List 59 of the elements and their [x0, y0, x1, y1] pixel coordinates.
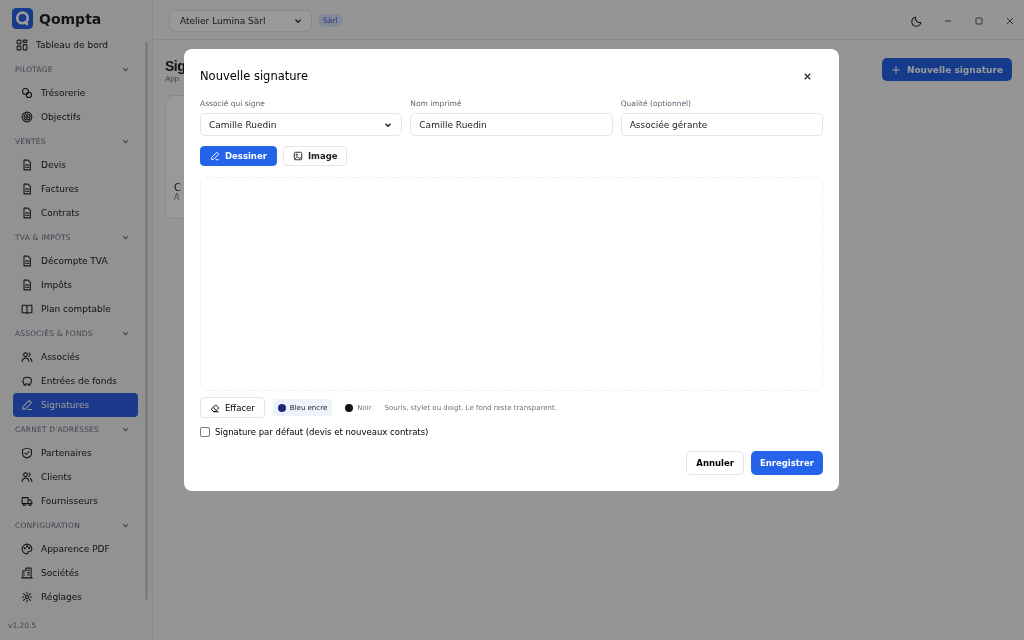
sidebar-item[interactable]: Tableau de bord — [13, 33, 138, 57]
select-field[interactable]: Camille Ruedin — [200, 113, 403, 136]
page-subtitle: App — [165, 74, 181, 83]
sidebar-item[interactable]: Plan comptable — [13, 297, 138, 321]
target-icon — [21, 111, 33, 123]
pencil-icon — [21, 399, 33, 411]
logo-icon — [12, 8, 33, 29]
mode-tab[interactable]: Dessiner — [200, 146, 277, 166]
sidebar-item[interactable]: Associés — [13, 345, 138, 369]
palette-icon — [21, 543, 33, 555]
new-signature-button[interactable]: Nouvelle signature — [881, 58, 1012, 81]
sidebar-item[interactable]: Contrats — [13, 201, 138, 225]
document-icon — [21, 159, 33, 171]
sidebar-item[interactable]: Réglages — [13, 585, 138, 609]
coins-icon — [21, 87, 33, 99]
people-icon — [21, 351, 33, 363]
sidebar-item[interactable]: Clients — [13, 465, 138, 489]
plus-icon — [890, 64, 901, 75]
sidebar-item[interactable]: Entrées de fonds — [13, 369, 138, 393]
eraser-icon — [210, 402, 220, 413]
pencil-icon — [210, 151, 220, 161]
sidebar-item[interactable]: Factures — [13, 177, 138, 201]
truck-icon — [21, 495, 33, 507]
maximize-icon[interactable] — [973, 14, 985, 27]
sidebar-item[interactable]: Signatures — [13, 393, 138, 417]
card-title: C — [174, 182, 182, 193]
document-icon — [21, 183, 33, 195]
save-button[interactable]: Enregistrer — [750, 451, 823, 475]
input-field[interactable]: Camille Ruedin — [410, 113, 613, 136]
document-icon — [21, 279, 33, 291]
dialog-title: Nouvelle signature — [200, 69, 309, 83]
document-icon — [21, 255, 33, 267]
app-name: Qompta — [39, 10, 102, 27]
settings-icon — [21, 591, 33, 603]
book-icon — [21, 303, 33, 315]
card-subtitle: A — [174, 193, 181, 202]
image-icon — [292, 151, 303, 161]
checkbox-label[interactable]: Signature par défaut (devis et nouveaux contrats) — [215, 427, 429, 437]
building-icon — [21, 567, 33, 579]
sidebar-item[interactable]: Sociétés — [13, 561, 138, 585]
input-field[interactable]: Associée gérante — [620, 113, 823, 136]
sidebar-item[interactable]: Objectifs — [13, 105, 138, 129]
sidebar-item[interactable]: Fournisseurs — [13, 489, 138, 513]
company-select[interactable]: Atelier Lumina Sàrl — [169, 9, 312, 32]
sidebar-item[interactable]: Devis — [13, 153, 138, 177]
sidebar-item[interactable]: Partenaires — [13, 441, 138, 465]
sidebar-item[interactable]: Impôts — [13, 273, 138, 297]
sidebar-item[interactable]: Apparence PDF — [13, 537, 138, 561]
people-icon — [21, 471, 33, 483]
moon-icon[interactable] — [911, 14, 923, 27]
grid-icon — [16, 39, 28, 51]
clear-button[interactable]: Effacer — [200, 397, 265, 418]
document-icon — [21, 207, 33, 219]
sidebar-item[interactable]: Trésorerie — [13, 81, 138, 105]
checkbox[interactable] — [200, 427, 210, 437]
mode-tab[interactable]: Image — [282, 146, 348, 166]
cancel-button[interactable]: Annuler — [686, 451, 744, 475]
shield-icon — [21, 447, 33, 459]
sidebar-item[interactable]: Décompte TVA — [13, 249, 138, 273]
